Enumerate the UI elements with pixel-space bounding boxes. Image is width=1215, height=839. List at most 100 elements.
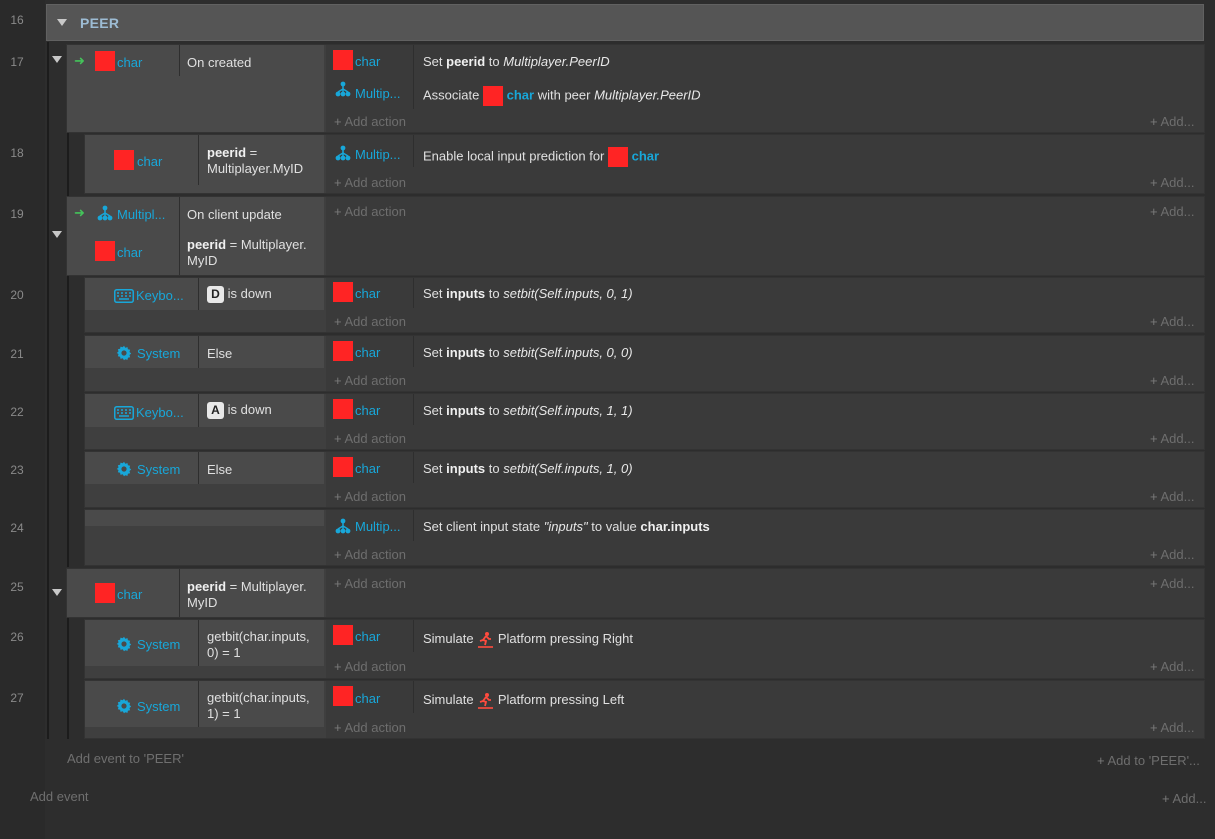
sprite-icon	[95, 241, 115, 261]
action-object[interactable]: Multip...	[355, 86, 401, 101]
add-action-button[interactable]: Add action	[334, 175, 406, 190]
condition-text[interactable]: getbit(char.inputs, 0) = 1	[207, 629, 310, 661]
condition-text[interactable]: getbit(char.inputs, 1) = 1	[207, 690, 310, 722]
add-more-button[interactable]: Add...	[1150, 431, 1195, 446]
separator	[198, 452, 199, 484]
action-object[interactable]: char	[355, 691, 380, 706]
action-object[interactable]: char	[355, 461, 380, 476]
condition-object[interactable]: Keybo...	[136, 288, 184, 303]
separator	[198, 278, 199, 310]
separator	[198, 620, 199, 666]
add-action-button[interactable]: Add action	[334, 373, 406, 388]
action-object[interactable]: char	[355, 629, 380, 644]
add-more-button[interactable]: Add...	[1150, 373, 1195, 388]
sprite-icon	[608, 147, 629, 167]
condition-text[interactable]: On created	[187, 55, 251, 70]
action-text[interactable]: Set peerid to Multiplayer.PeerID	[423, 54, 610, 69]
actions-panel	[326, 197, 1204, 275]
add-action-button[interactable]: Add action	[334, 204, 406, 219]
actions-panel	[326, 681, 1204, 738]
add-action-button[interactable]: Add action	[334, 431, 406, 446]
add-bottom-button[interactable]: Add...	[1162, 791, 1207, 806]
action-text[interactable]: Associate char with peer Multiplayer.Pee…	[423, 86, 701, 106]
action-object[interactable]: char	[355, 403, 380, 418]
add-action-button[interactable]: Add action	[334, 576, 406, 591]
add-more-button[interactable]: Add...	[1150, 204, 1195, 219]
condition-object[interactable]: System	[137, 462, 180, 477]
action-text[interactable]: Set inputs to setbit(Self.inputs, 1, 0)	[423, 461, 633, 476]
add-action-button[interactable]: Add action	[334, 547, 406, 562]
condition-text[interactable]: peerid = Multiplayer.MyID	[207, 145, 303, 177]
sprite-icon	[95, 583, 115, 603]
sprite-icon	[95, 51, 115, 71]
add-action-button[interactable]: Add action	[334, 489, 406, 504]
add-action-button[interactable]: Add action	[334, 659, 406, 674]
condition-object[interactable]: Multipl...	[117, 207, 165, 222]
collapse-triangle-icon[interactable]	[52, 589, 62, 596]
action-text[interactable]: Set inputs to setbit(Self.inputs, 0, 1)	[423, 286, 633, 301]
separator	[413, 336, 414, 367]
action-text[interactable]: Enable local input prediction for char	[423, 147, 659, 167]
add-more-button[interactable]: Add...	[1150, 576, 1195, 591]
add-to-group-button[interactable]: Add to 'PEER'...	[1097, 753, 1200, 768]
condition-text[interactable]: D is down	[207, 286, 272, 304]
line-number: 16	[10, 13, 24, 27]
condition-object[interactable]: Keybo...	[136, 405, 184, 420]
condition-text[interactable]: A is down	[207, 402, 272, 420]
add-event-to-group-link[interactable]: Add event to 'PEER'	[67, 751, 184, 766]
condition-object[interactable]: System	[137, 637, 180, 652]
actions-panel	[326, 620, 1204, 678]
add-more-button[interactable]: Add...	[1150, 114, 1195, 129]
action-object[interactable]: Multip...	[355, 147, 401, 162]
sprite-icon	[333, 457, 353, 477]
condition-text[interactable]: Else	[207, 346, 232, 361]
line-number: 24	[10, 521, 24, 535]
collapse-triangle-icon[interactable]	[57, 19, 67, 26]
separator	[198, 135, 199, 185]
action-text[interactable]: Set inputs to setbit(Self.inputs, 1, 1)	[423, 403, 633, 418]
condition-object[interactable]: char	[117, 245, 142, 260]
condition-object[interactable]: System	[137, 699, 180, 714]
action-object[interactable]: char	[355, 54, 380, 69]
line-number: 26	[10, 630, 24, 644]
add-more-button[interactable]: Add...	[1150, 314, 1195, 329]
condition-text[interactable]: peerid = Multiplayer. MyID	[187, 237, 307, 269]
condition-object[interactable]: char	[117, 587, 142, 602]
condition-object[interactable]: char	[117, 55, 142, 70]
add-action-button[interactable]: Add action	[334, 720, 406, 735]
add-more-button[interactable]: Add...	[1150, 720, 1195, 735]
sprite-icon	[114, 150, 134, 170]
condition-text[interactable]: Else	[207, 462, 232, 477]
sprite-icon	[333, 686, 353, 706]
collapse-triangle-icon[interactable]	[52, 56, 62, 63]
condition-object[interactable]: System	[137, 346, 180, 361]
group-tree-line	[47, 42, 49, 739]
condition-text[interactable]: On client update	[187, 207, 282, 222]
collapse-triangle-icon[interactable]	[52, 231, 62, 238]
add-more-button[interactable]: Add...	[1150, 659, 1195, 674]
sprite-icon	[333, 625, 353, 645]
action-text[interactable]: Set inputs to setbit(Self.inputs, 0, 0)	[423, 345, 633, 360]
add-more-button[interactable]: Add...	[1150, 175, 1195, 190]
conditions-panel	[85, 510, 324, 526]
add-action-button[interactable]: Add action	[334, 114, 406, 129]
action-object[interactable]: char	[355, 345, 380, 360]
add-more-button[interactable]: Add...	[1150, 489, 1195, 504]
trigger-arrow-icon: ➜	[74, 205, 85, 220]
gear-icon	[116, 635, 132, 652]
action-object[interactable]: char	[355, 286, 380, 301]
keyboard-icon	[114, 287, 134, 303]
line-number: 17	[10, 55, 24, 69]
add-action-button[interactable]: Add action	[334, 314, 406, 329]
action-text[interactable]: Simulate Platform pressing Right	[423, 631, 633, 648]
action-text[interactable]: Simulate Platform pressing Left	[423, 692, 624, 709]
action-text[interactable]: Set client input state "inputs" to value…	[423, 519, 710, 534]
separator	[179, 197, 180, 275]
condition-text[interactable]: peerid = Multiplayer. MyID	[187, 579, 307, 611]
add-more-button[interactable]: Add...	[1150, 547, 1195, 562]
action-object[interactable]: Multip...	[355, 519, 401, 534]
add-event-link[interactable]: Add event	[30, 789, 89, 804]
condition-object[interactable]: char	[137, 154, 162, 169]
trigger-arrow-icon: ➜	[74, 53, 85, 68]
group-header-peer[interactable]	[46, 4, 1204, 41]
